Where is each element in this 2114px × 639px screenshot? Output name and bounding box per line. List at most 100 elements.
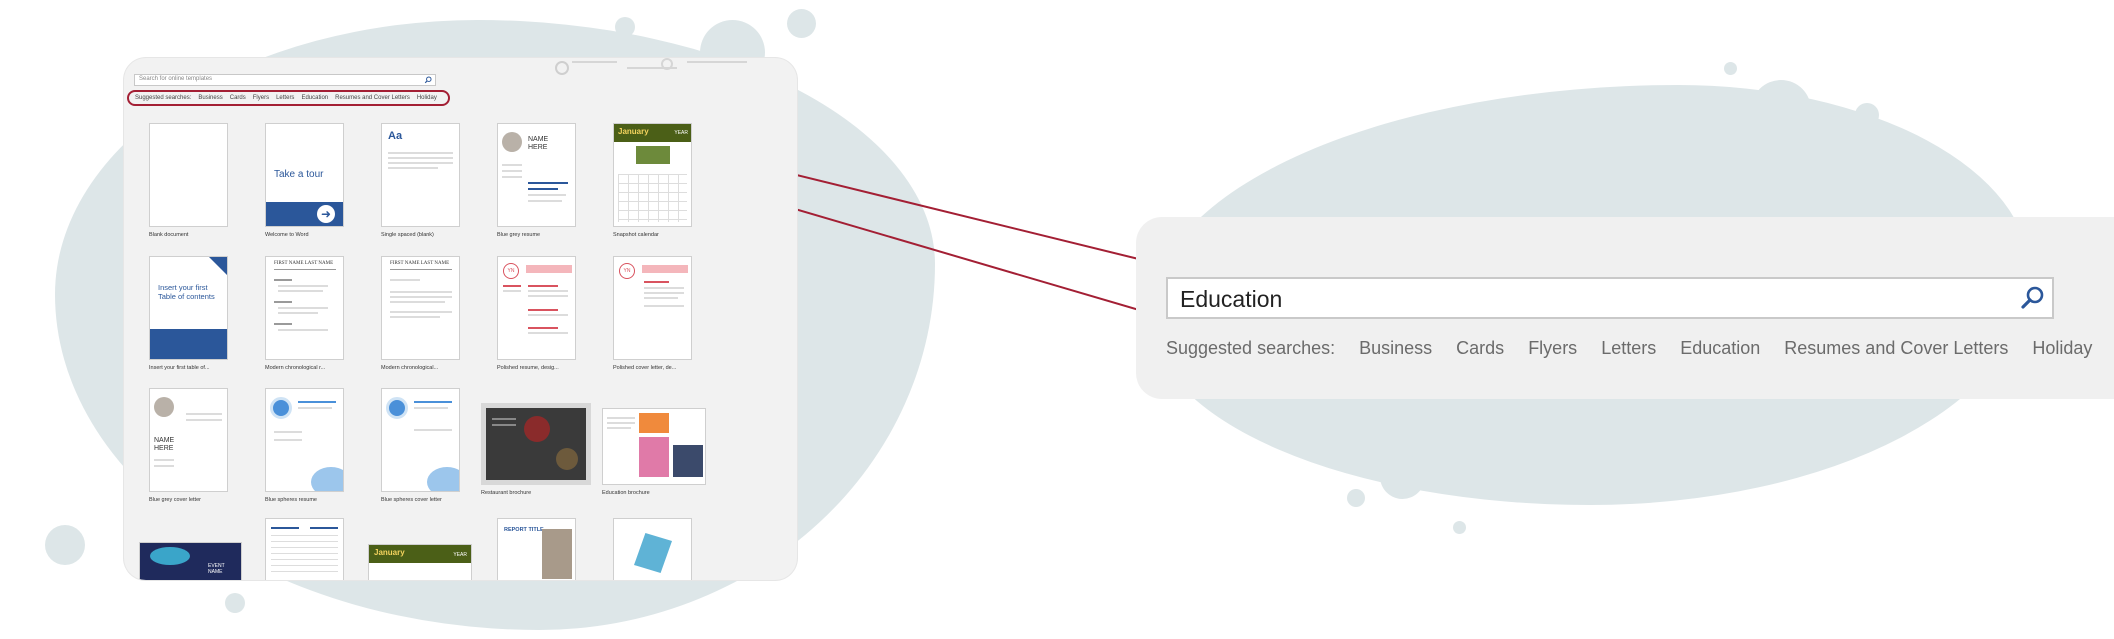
- brochure-photo: [639, 437, 669, 477]
- suggested-item-resumes[interactable]: Resumes and Cover Letters: [1784, 338, 2008, 359]
- cover-red-banner: [642, 265, 688, 273]
- template-caption: Blank document: [149, 232, 189, 238]
- template-card[interactable]: NAME HERE Blue grey resume: [497, 123, 576, 238]
- sphere-avatar: [270, 397, 292, 419]
- resume-red-banner: [526, 265, 572, 273]
- suggested-highlight-ring: [127, 90, 450, 106]
- template-card-partial[interactable]: [613, 518, 692, 580]
- toc-band: [150, 329, 227, 359]
- template-caption: Single spaced (blank): [381, 232, 434, 238]
- template-thumbnail: [265, 388, 344, 492]
- decor-dot: [1855, 103, 1879, 127]
- search-value: Education: [1180, 286, 1283, 312]
- planner-grid: [271, 535, 338, 575]
- search-placeholder: Search for online templates: [139, 76, 213, 82]
- cover-name: NAME HERE: [154, 437, 175, 452]
- template-thumbnail: Aa: [381, 123, 460, 227]
- suggested-item-education[interactable]: Education: [1680, 338, 1760, 359]
- template-caption: Insert your first table of...: [149, 365, 210, 371]
- template-thumbnail: Take a tour ➜: [265, 123, 344, 227]
- decor-dot: [1380, 454, 1425, 499]
- search-icon[interactable]: [2020, 285, 2046, 311]
- decor-dot: [787, 9, 816, 38]
- report-title: REPORT TITLE: [504, 527, 544, 533]
- template-thumbnail: EVENT NAME: [139, 542, 242, 580]
- template-thumbnail: NAME HERE: [497, 123, 576, 227]
- magnified-search-panel: Education Suggested searches: Business C…: [1136, 217, 2114, 399]
- template-caption: Blue grey cover letter: [149, 497, 201, 503]
- brochure-orange-panel: [639, 413, 669, 433]
- decor-dot: [615, 17, 635, 37]
- calendar-month: January: [618, 127, 649, 136]
- template-thumbnail: YN: [497, 256, 576, 360]
- template-card[interactable]: YN Polished resume, desig...: [497, 256, 576, 371]
- template-thumbnail: NAME HERE: [149, 388, 228, 492]
- template-card[interactable]: Education brochure: [602, 408, 706, 496]
- template-caption: Modern chronological r...: [265, 365, 326, 371]
- report-photo: [542, 529, 572, 579]
- template-card[interactable]: January YEAR Snapshot calendar: [613, 123, 692, 238]
- decor-dot: [1724, 62, 1737, 75]
- template-thumbnail: FIRST NAME LAST NAME: [381, 256, 460, 360]
- template-card[interactable]: NAME HERE Blue grey cover letter: [149, 388, 228, 503]
- template-caption: Blue spheres resume: [265, 497, 317, 503]
- calendar-year: YEAR: [674, 130, 688, 136]
- suggested-searches-row-zoomed: Suggested searches: Business Cards Flyer…: [1166, 338, 2092, 359]
- event-name: EVENT NAME: [208, 563, 225, 575]
- template-card[interactable]: Blue spheres resume: [265, 388, 344, 503]
- template-thumbnail: [481, 403, 591, 485]
- template-caption: Polished cover letter, de...: [613, 365, 677, 371]
- template-card[interactable]: Insert your first Table of contents Inse…: [149, 256, 228, 371]
- monogram: YN: [619, 263, 635, 279]
- suggested-item-cards[interactable]: Cards: [1456, 338, 1504, 359]
- template-thumbnail: [381, 388, 460, 492]
- suggested-item-business[interactable]: Business: [1359, 338, 1432, 359]
- calendar-year: YEAR: [453, 552, 467, 558]
- suggested-item-flyers[interactable]: Flyers: [1528, 338, 1577, 359]
- aa-glyph: Aa: [388, 130, 403, 142]
- template-card[interactable]: FIRST NAME LAST NAME Modern chronologica…: [381, 256, 460, 371]
- arrow-right-icon: ➜: [317, 205, 335, 223]
- suggested-item-holiday[interactable]: Holiday: [2032, 338, 2092, 359]
- template-card-partial[interactable]: EVENT NAME: [139, 542, 242, 580]
- template-card-partial[interactable]: January YEAR: [368, 544, 472, 580]
- decor-dot: [45, 525, 85, 565]
- spheres-decoration: [427, 467, 459, 491]
- cover-heading: FIRST NAME LAST NAME: [390, 261, 450, 266]
- template-caption: Blue spheres cover letter: [381, 497, 442, 503]
- template-caption: Polished resume, desig...: [497, 365, 559, 371]
- template-card[interactable]: Aa Single spaced (blank): [381, 123, 460, 238]
- template-caption: Education brochure: [602, 490, 650, 496]
- template-card-selected[interactable]: Restaurant brochure: [481, 403, 591, 496]
- template-card[interactable]: Take a tour ➜ Welcome to Word: [265, 123, 344, 238]
- decorative-pattern: [555, 58, 747, 75]
- resume-name: NAME HERE: [528, 136, 549, 151]
- template-thumbnail: REPORT TITLE: [497, 518, 576, 580]
- template-caption: Modern chronological...: [381, 365, 439, 371]
- template-card[interactable]: FIRST NAME LAST NAME Modern chronologica…: [265, 256, 344, 371]
- template-search-input[interactable]: Search for online templates: [134, 74, 436, 86]
- template-card-partial[interactable]: REPORT TITLE: [497, 518, 576, 580]
- search-icon[interactable]: [424, 76, 432, 84]
- brochure-navy-panel: [673, 445, 703, 477]
- decor-dot: [1751, 80, 1811, 140]
- decor-dot: [1453, 521, 1466, 534]
- template-card-partial[interactable]: [265, 518, 344, 580]
- decor-dot: [1347, 489, 1365, 507]
- template-thumbnail: [265, 518, 344, 580]
- template-thumbnail: [613, 518, 692, 580]
- monogram: YN: [503, 263, 519, 279]
- template-caption: Blue grey resume: [497, 232, 541, 238]
- calendar-month: January: [374, 548, 405, 557]
- report-photo: [634, 533, 672, 573]
- decor-dot: [225, 593, 245, 613]
- spheres-decoration: [311, 467, 343, 491]
- suggested-item-letters[interactable]: Letters: [1601, 338, 1656, 359]
- calendar-grid: [618, 174, 687, 222]
- tour-text: Take a tour: [274, 169, 324, 180]
- template-card[interactable]: Blue spheres cover letter: [381, 388, 460, 503]
- template-search-input-zoomed[interactable]: Education: [1166, 277, 2054, 319]
- word-new-document-window: Search for online templates Suggested se…: [124, 58, 797, 580]
- template-card[interactable]: YN Polished cover letter, de...: [613, 256, 692, 371]
- template-card[interactable]: Blank document: [149, 123, 228, 238]
